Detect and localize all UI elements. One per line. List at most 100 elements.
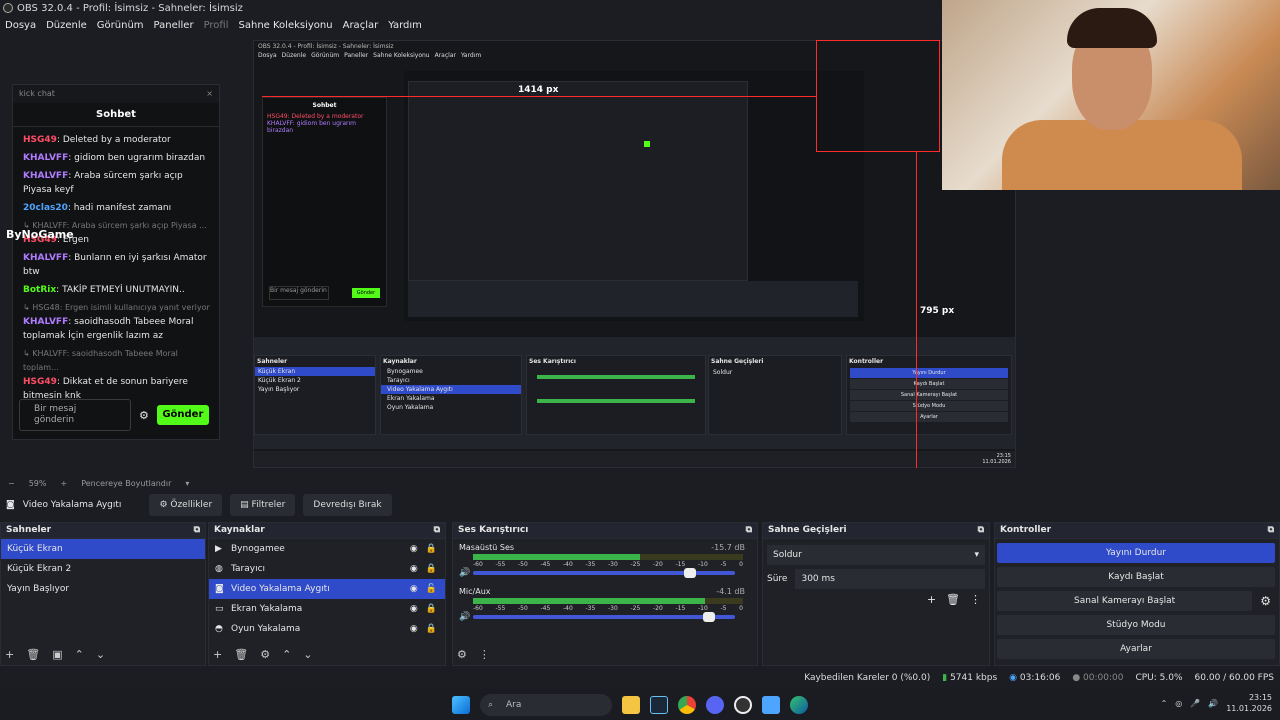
chat-username[interactable]: KHALVFF	[23, 171, 68, 181]
settings-button[interactable]: Ayarlar	[997, 639, 1275, 659]
lock-icon[interactable]: 🔒	[426, 544, 437, 554]
gear-icon[interactable]: ⚙	[139, 409, 149, 422]
filters-button[interactable]: ▤ Filtreler	[230, 494, 296, 516]
chevron-up-icon[interactable]: ⌃	[75, 648, 84, 661]
obs-taskbar-icon[interactable]	[734, 696, 752, 714]
menu-scene-collection[interactable]: Sahne Koleksiyonu	[234, 20, 338, 31]
slider-knob[interactable]	[702, 612, 715, 622]
steam-icon[interactable]	[650, 696, 668, 714]
tick-label: -5	[720, 561, 727, 568]
source-item[interactable]: ▶ Bynogamee ◉ 🔒	[209, 539, 445, 559]
zoom-minus-icon[interactable]: −	[8, 479, 15, 488]
speaker-icon[interactable]: 🔊	[459, 612, 470, 622]
mixer-footer: ⚙ ⋮	[457, 648, 490, 661]
eye-icon[interactable]: ◉	[410, 624, 418, 634]
audio-mixer-dock: Ses Karıştırıcı ⧉ Masaüstü Ses -15.7 dB -…	[452, 522, 758, 666]
eye-icon[interactable]: ◉	[410, 544, 418, 554]
zoom-plus-icon[interactable]: +	[60, 479, 67, 488]
close-icon[interactable]: ×	[206, 89, 213, 99]
source-item[interactable]: ◙ Video Yakalama Aygıtı ◉ 🔓	[209, 579, 445, 599]
clock[interactable]: 23:15 11.01.2026	[1226, 692, 1272, 714]
lock-icon[interactable]: 🔒	[426, 604, 437, 614]
menu-tools[interactable]: Araçlar	[338, 20, 384, 31]
discord-icon[interactable]	[706, 696, 724, 714]
taskbar-search[interactable]: ⌕ Ara	[480, 694, 612, 716]
chat-input[interactable]: Bir mesaj gönderin	[19, 399, 131, 431]
chat-username[interactable]: KHALVFF	[23, 153, 68, 163]
volume-slider[interactable]	[473, 612, 735, 622]
lock-icon[interactable]: 🔒	[426, 624, 437, 634]
chrome-icon[interactable]	[678, 696, 696, 714]
start-virtual-camera-button[interactable]: Sanal Kamerayı Başlat	[997, 591, 1253, 611]
properties-button[interactable]: ⚙ Özellikler	[149, 494, 223, 516]
menu-edit[interactable]: Düzenle	[41, 20, 92, 31]
send-button[interactable]: Gönder	[156, 405, 209, 425]
scene-item[interactable]: Küçük Ekran	[1, 539, 205, 559]
chat-username[interactable]: HSG49	[23, 377, 57, 387]
trash-icon[interactable]: 🗑	[234, 648, 248, 661]
dock-undock-icon[interactable]: ⧉	[978, 525, 984, 536]
menu-docks[interactable]: Paneller	[149, 20, 199, 31]
filter-icon[interactable]: ▣	[52, 648, 62, 661]
add-icon[interactable]: +	[213, 648, 222, 661]
add-icon[interactable]: +	[5, 648, 14, 661]
windows-start-icon[interactable]	[452, 696, 470, 714]
trash-icon[interactable]: 🗑	[946, 593, 960, 606]
chat-username[interactable]: 20clas20	[23, 203, 68, 213]
source-item[interactable]: ▭ Ekran Yakalama ◉ 🔒	[209, 599, 445, 619]
chevron-down-icon[interactable]: ⌄	[303, 648, 312, 661]
file-explorer-icon[interactable]	[622, 696, 640, 714]
dock-undock-icon[interactable]: ⧉	[434, 525, 440, 536]
eye-icon[interactable]: ◉	[410, 564, 418, 574]
network-icon[interactable]: ◎	[1175, 699, 1182, 708]
chat-username[interactable]: HSG49	[23, 135, 57, 145]
tick-label: -50	[518, 561, 528, 568]
chat-username[interactable]: KHALVFF	[23, 253, 68, 263]
volume-icon[interactable]: 🔊	[1208, 699, 1218, 708]
settings-icon[interactable]: ⚙	[457, 648, 467, 661]
scene-item[interactable]: Yayın Başlıyor	[1, 579, 205, 599]
chevron-down-icon[interactable]: ⌄	[96, 648, 105, 661]
notepad-icon[interactable]	[762, 696, 780, 714]
gear-icon[interactable]: ⚙	[260, 648, 270, 661]
deactivate-button[interactable]: Devredışı Bırak	[303, 494, 392, 516]
volume-slider[interactable]	[473, 568, 735, 578]
chat-username[interactable]: BotRix	[23, 285, 56, 295]
resize-bounding-box[interactable]	[816, 40, 940, 152]
eye-icon[interactable]: ◉	[410, 604, 418, 614]
dock-undock-icon[interactable]: ⧉	[1268, 525, 1274, 536]
lock-icon[interactable]: 🔓	[426, 584, 437, 594]
bitrate-value: 5741 kbps	[950, 673, 998, 683]
add-icon[interactable]: +	[927, 593, 936, 606]
more-icon[interactable]: ⋮	[479, 648, 490, 661]
mic-icon[interactable]: 🎤	[1190, 699, 1200, 708]
scene-item[interactable]: Küçük Ekran 2	[1, 559, 205, 579]
resize-to-window[interactable]: Pencereye Boyutlandır	[81, 479, 171, 488]
gear-icon[interactable]: ⚙	[1260, 594, 1271, 608]
chevron-up-icon[interactable]: ⌃	[1161, 699, 1168, 708]
stop-streaming-button[interactable]: Yayını Durdur	[997, 543, 1275, 563]
speaker-icon[interactable]: 🔊	[459, 568, 470, 578]
chat-message: 20clas20: hadi manifest zamanı	[23, 201, 211, 215]
source-item[interactable]: ◍ Tarayıcı ◉ 🔒	[209, 559, 445, 579]
dock-undock-icon[interactable]: ⧉	[194, 525, 200, 536]
studio-mode-button[interactable]: Stüdyo Modu	[997, 615, 1275, 635]
chevron-up-icon[interactable]: ⌃	[282, 648, 291, 661]
menu-profile[interactable]: Profil	[199, 20, 234, 31]
dock-undock-icon[interactable]: ⧉	[746, 525, 752, 536]
eye-icon[interactable]: ◉	[410, 584, 418, 594]
start-recording-button[interactable]: Kaydı Başlat	[997, 567, 1275, 587]
menu-view[interactable]: Görünüm	[92, 20, 149, 31]
chevron-down-icon[interactable]: ▾	[185, 479, 189, 488]
more-icon[interactable]: ⋮	[970, 593, 981, 606]
menu-file[interactable]: Dosya	[0, 20, 41, 31]
menu-help[interactable]: Yardım	[383, 20, 427, 31]
transition-select[interactable]: Soldur ▾	[767, 545, 985, 565]
lock-icon[interactable]: 🔒	[426, 564, 437, 574]
source-item[interactable]: ◓ Oyun Yakalama ◉ 🔒	[209, 619, 445, 639]
chat-username[interactable]: KHALVFF	[23, 317, 68, 327]
duration-input[interactable]: 300 ms	[795, 569, 985, 589]
trash-icon[interactable]: 🗑	[26, 648, 40, 661]
edge-icon[interactable]	[790, 696, 808, 714]
slider-knob[interactable]	[684, 568, 697, 578]
